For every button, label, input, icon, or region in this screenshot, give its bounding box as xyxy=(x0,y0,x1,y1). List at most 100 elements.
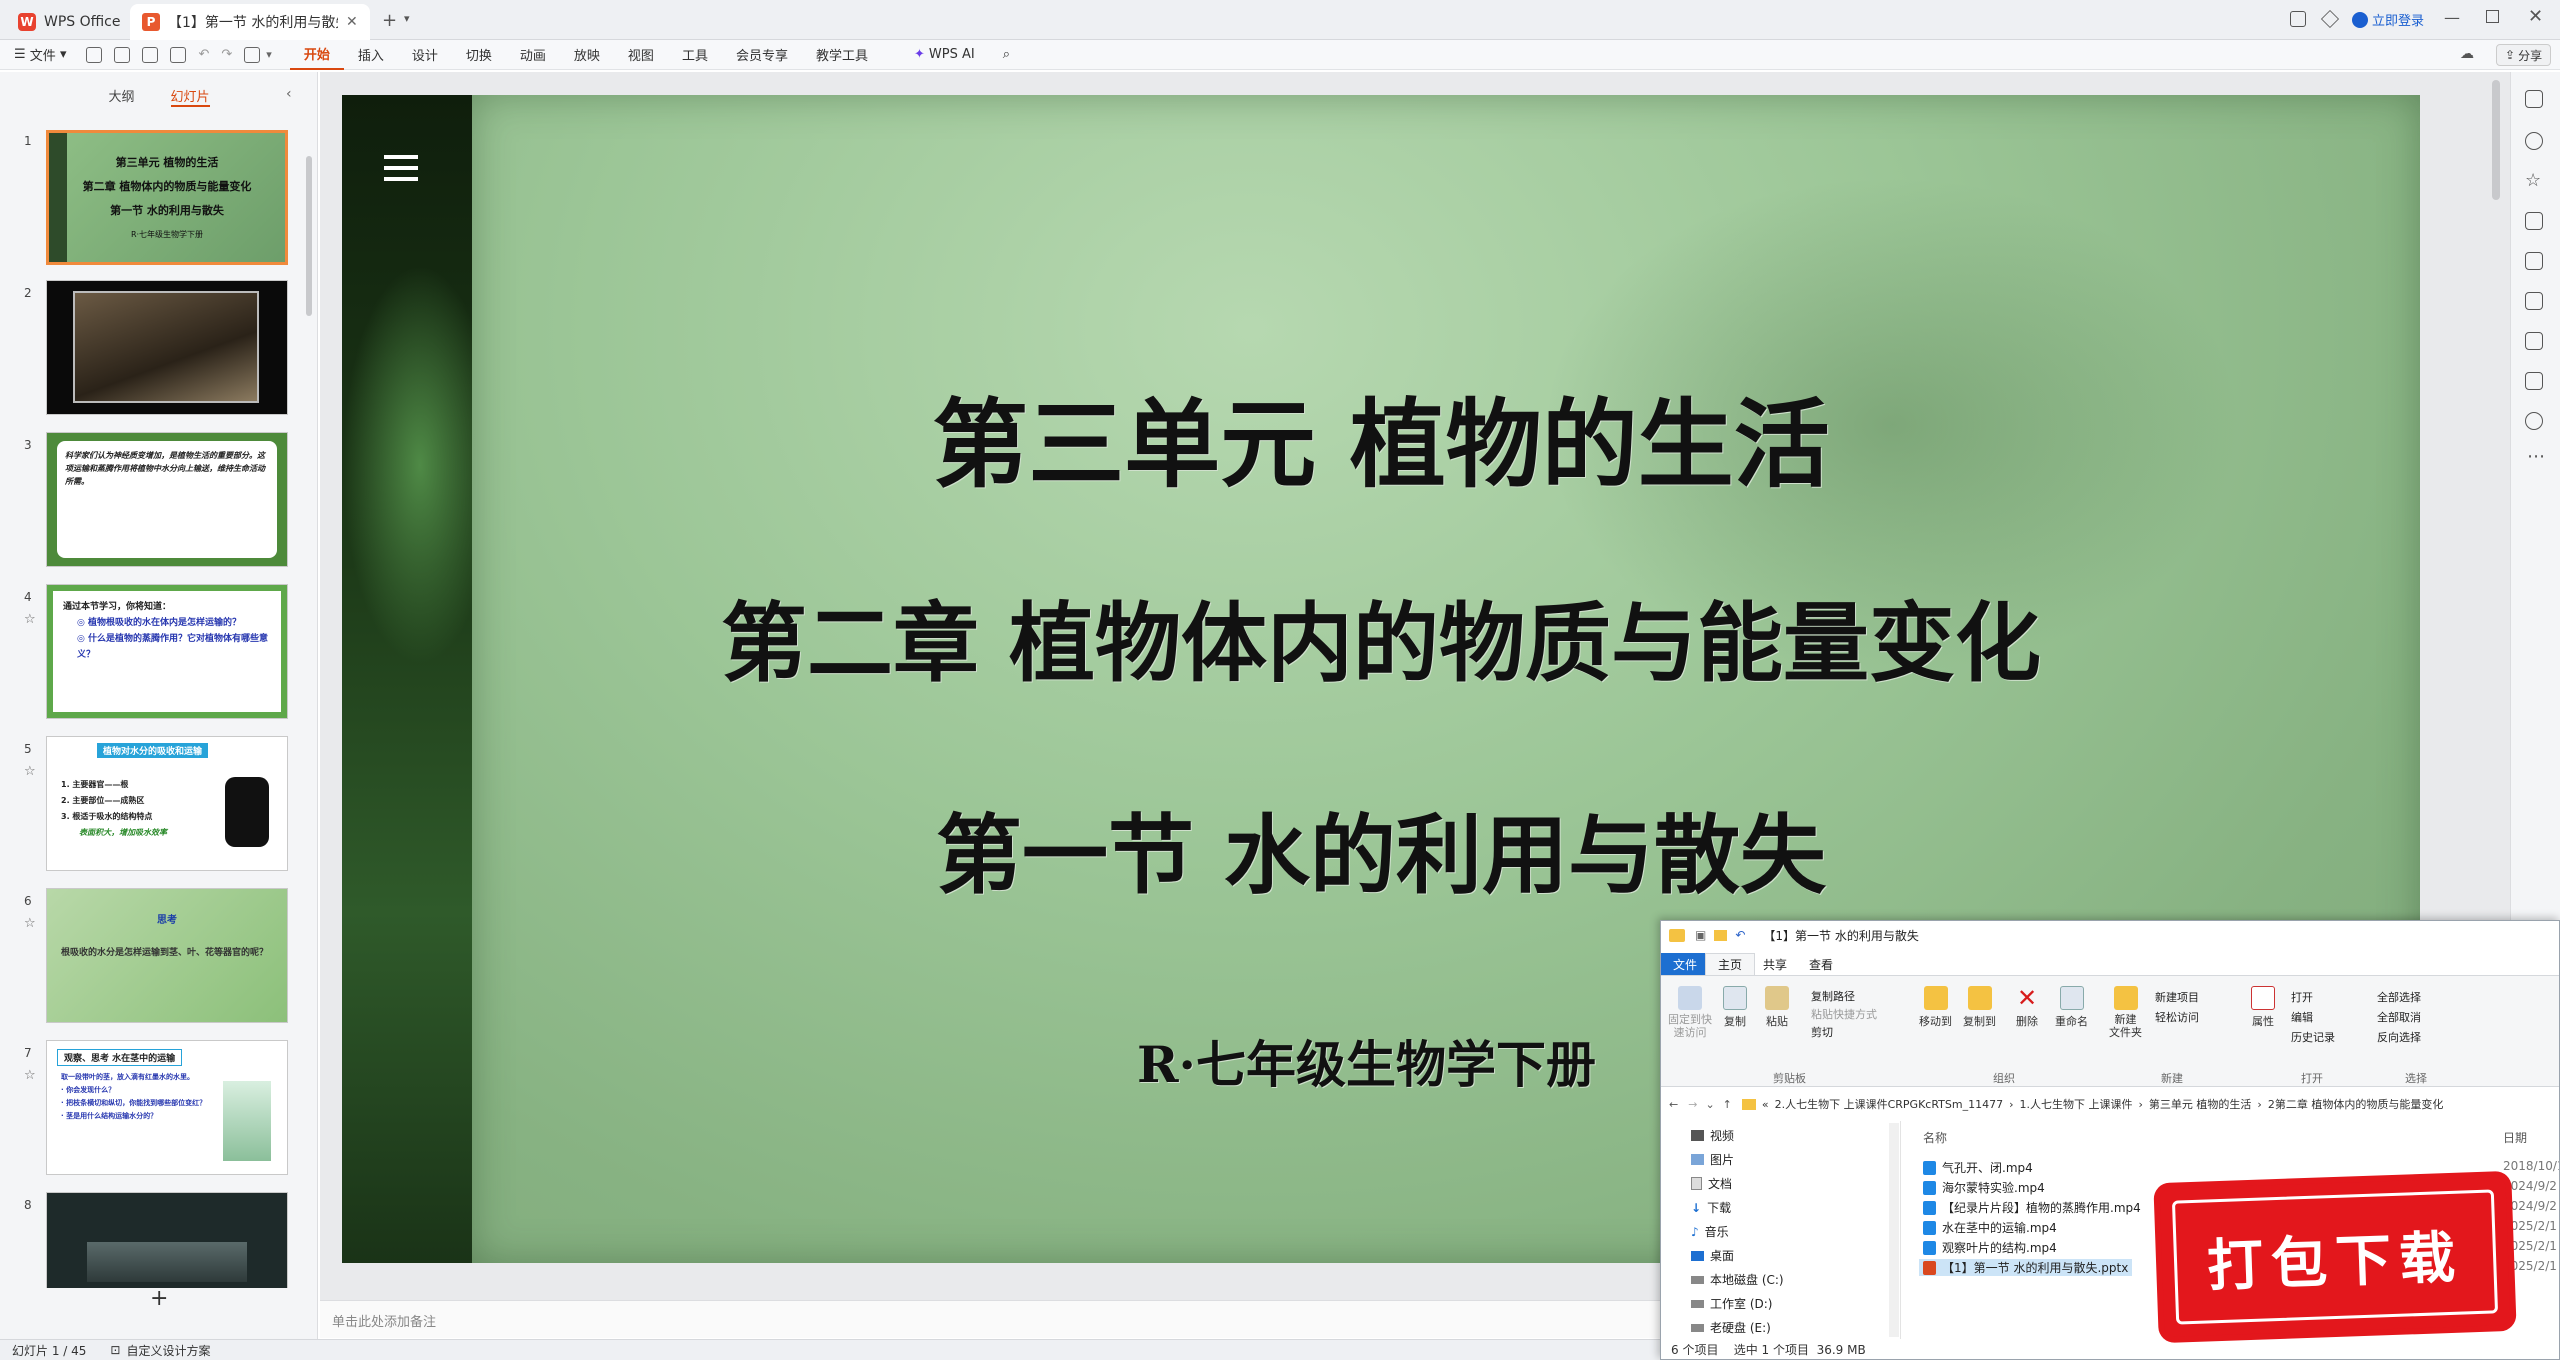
file-row[interactable]: 气孔开、闭.mp4 xyxy=(1923,1159,2033,1176)
menu-home[interactable]: 开始 xyxy=(289,40,344,70)
menu-tools[interactable]: 工具 xyxy=(668,40,722,70)
save-icon[interactable] xyxy=(86,46,103,63)
file-row-selected[interactable]: 【1】第一节 水的利用与散失.pptx xyxy=(1919,1259,2133,1276)
magic-icon[interactable] xyxy=(2525,292,2543,310)
copy-button[interactable]: 复制 xyxy=(1723,986,1747,1029)
scrollbar[interactable] xyxy=(306,156,312,316)
star-icon[interactable]: ☆ xyxy=(24,1068,36,1083)
properties-icon[interactable]: ▣ xyxy=(1695,928,1706,942)
back-icon[interactable]: ← xyxy=(1669,1098,1678,1111)
explorer-tab-share[interactable]: 共享 xyxy=(1751,953,1799,975)
column-name[interactable]: 名称 xyxy=(1923,1129,1947,1146)
print-preview-icon[interactable] xyxy=(170,46,187,63)
book-icon[interactable] xyxy=(2525,372,2543,390)
nav-drive-c[interactable]: 本地磁盘 (C:) xyxy=(1691,1271,1784,1288)
star-icon[interactable]: ☆ xyxy=(2525,170,2541,191)
menu-transitions[interactable]: 切换 xyxy=(452,40,506,70)
cut-button[interactable]: 剪切 xyxy=(1811,1024,1877,1042)
new-item-button[interactable]: 新建项目 xyxy=(2155,988,2199,1008)
nav-drive-e[interactable]: 老硬盘 (E:) xyxy=(1691,1319,1771,1336)
export-icon[interactable] xyxy=(114,46,131,63)
download-stamp[interactable]: 打包下载 xyxy=(2159,1177,2511,1337)
slide-thumb-8[interactable] xyxy=(46,1192,288,1288)
chevron-down-icon[interactable]: ⌄ xyxy=(1705,1098,1714,1111)
rename-button[interactable]: 重命名 xyxy=(2055,986,2088,1029)
star-icon[interactable]: ☆ xyxy=(24,764,36,779)
file-row[interactable]: 水在茎中的运输.mp4 xyxy=(1923,1219,2057,1236)
menu-icon[interactable] xyxy=(384,155,418,159)
help-icon[interactable] xyxy=(2525,412,2543,430)
chevron-down-icon[interactable]: ▾ xyxy=(404,12,410,25)
menu-teaching-tools[interactable]: 教学工具 xyxy=(802,40,882,70)
undo-icon[interactable]: ↶ xyxy=(1735,928,1745,942)
properties-button[interactable]: 属性 xyxy=(2251,986,2275,1029)
animation-icon[interactable] xyxy=(2525,90,2543,108)
share-button[interactable]: ⇪ 分享 xyxy=(2496,44,2552,66)
menu-insert[interactable]: 插入 xyxy=(344,40,398,70)
breadcrumb-item[interactable]: 2第二章 植物体内的物质与能量变化 xyxy=(2268,1096,2444,1112)
nav-videos[interactable]: 视频 xyxy=(1691,1127,1734,1144)
explorer-tab-home[interactable]: 主页 xyxy=(1705,953,1756,975)
slide-thumb-3[interactable]: 科学家们认为神经质变增加，是植物生活的重要部分。这项运输和蒸腾作用将植物中水分向… xyxy=(46,432,288,567)
cube-icon[interactable] xyxy=(2320,9,2340,29)
close-window-icon[interactable]: ✕ xyxy=(2528,6,2543,27)
explorer-tab-view[interactable]: 查看 xyxy=(1797,953,1845,975)
more-icon[interactable]: ⋯ xyxy=(2527,446,2545,467)
slide-thumb-6[interactable]: 思考 根吸收的水分是怎样运输到茎、叶、花等器官的呢？ xyxy=(46,888,288,1023)
print-icon[interactable] xyxy=(142,46,159,63)
tab-slides[interactable]: 幻灯片 xyxy=(170,86,210,107)
tab-outline[interactable]: 大纲 xyxy=(108,86,134,107)
pin-quick-access-button[interactable]: 固定到快速访问 xyxy=(1667,986,1713,1039)
delete-button[interactable]: ✕ 删除 xyxy=(2015,986,2039,1029)
menu-hamburger[interactable]: ☰ 文件 ▾ xyxy=(0,40,80,70)
easy-access-button[interactable]: 轻松访问 xyxy=(2155,1008,2199,1028)
invert-selection-button[interactable]: 反向选择 xyxy=(2377,1028,2421,1048)
editor-scrollbar[interactable] xyxy=(2492,80,2500,200)
menu-animation[interactable]: 动画 xyxy=(506,40,560,70)
new-folder-icon[interactable] xyxy=(1714,929,1728,941)
collapse-panel-icon[interactable]: ‹ xyxy=(286,86,292,102)
copy-to-button[interactable]: 复制到 xyxy=(1963,986,1996,1029)
close-icon[interactable]: ✕ xyxy=(346,14,358,30)
move-to-button[interactable]: 移动到 xyxy=(1919,986,1952,1029)
nav-documents[interactable]: 文档 xyxy=(1691,1175,1732,1192)
maximize-icon[interactable] xyxy=(2486,10,2499,23)
settings-icon[interactable] xyxy=(2525,132,2543,150)
explorer-tab-file[interactable]: 文件 xyxy=(1661,953,1710,975)
star-icon[interactable]: ☆ xyxy=(24,916,36,931)
redo-icon[interactable]: ↷ xyxy=(221,47,232,62)
forward-icon[interactable]: → xyxy=(1688,1098,1697,1111)
slide-thumb-5[interactable]: 植物对水分的吸收和运输 1. 主要器官——根 2. 主要部位——成熟区 3. 根… xyxy=(46,736,288,871)
slide-thumb-2[interactable] xyxy=(46,280,288,415)
copy-icon[interactable] xyxy=(2525,212,2543,230)
breadcrumb-item[interactable]: 1.人七生物下 上课课件 xyxy=(2020,1096,2133,1112)
up-icon[interactable]: ↑ xyxy=(1723,1098,1732,1111)
slide-thumb-4[interactable]: 通过本节学习，你将知道： ◎ 植物根吸收的水在体内是怎样运输的？ ◎ 什么是植物… xyxy=(46,584,288,719)
nav-music[interactable]: ♪ 音乐 xyxy=(1691,1223,1729,1240)
menu-design[interactable]: 设计 xyxy=(398,40,452,70)
nav-pictures[interactable]: 图片 xyxy=(1691,1151,1734,1168)
cloud-icon[interactable]: ☁ xyxy=(2460,46,2474,62)
add-slide-button[interactable]: + xyxy=(150,1286,168,1311)
new-tab-button[interactable]: + xyxy=(382,10,397,31)
undo-icon[interactable]: ↶ xyxy=(198,47,209,62)
open-button[interactable]: 打开 xyxy=(2291,988,2335,1008)
breadcrumb-item[interactable]: 2.人七生物下 上课课件CRPGKcRTSm_11477 xyxy=(1775,1096,2004,1112)
slide-thumb-1[interactable]: 第三单元 植物的生活 第二章 植物体内的物质与能量变化 第一节 水的利用与散失 … xyxy=(46,130,288,265)
edit-button[interactable]: 编辑 xyxy=(2291,1008,2335,1028)
nav-desktop[interactable]: 桌面 xyxy=(1691,1247,1734,1264)
nav-downloads[interactable]: ↓ 下载 xyxy=(1691,1199,1731,1216)
transfer-icon[interactable] xyxy=(2525,332,2543,350)
breadcrumb-overflow[interactable]: « xyxy=(1762,1098,1769,1111)
select-all-button[interactable]: 全部选择 xyxy=(2377,988,2421,1008)
file-row[interactable]: 海尔蒙特实验.mp4 xyxy=(1923,1179,2045,1196)
tab-wps-home[interactable]: W WPS Office xyxy=(6,4,133,40)
column-date[interactable]: 日期 xyxy=(2503,1129,2527,1146)
custom-design-button[interactable]: 自定义设计方案 xyxy=(126,1342,210,1359)
chevron-down-icon[interactable]: ▾ xyxy=(266,48,272,61)
menu-wps-ai[interactable]: ✦ WPS AI xyxy=(900,40,989,70)
format-painter-icon[interactable] xyxy=(244,46,261,63)
select-none-button[interactable]: 全部取消 xyxy=(2377,1008,2421,1028)
tab-document[interactable]: P 【1】第一节 水的利用与散失 ✕ xyxy=(130,4,370,40)
menu-slideshow[interactable]: 放映 xyxy=(560,40,614,70)
